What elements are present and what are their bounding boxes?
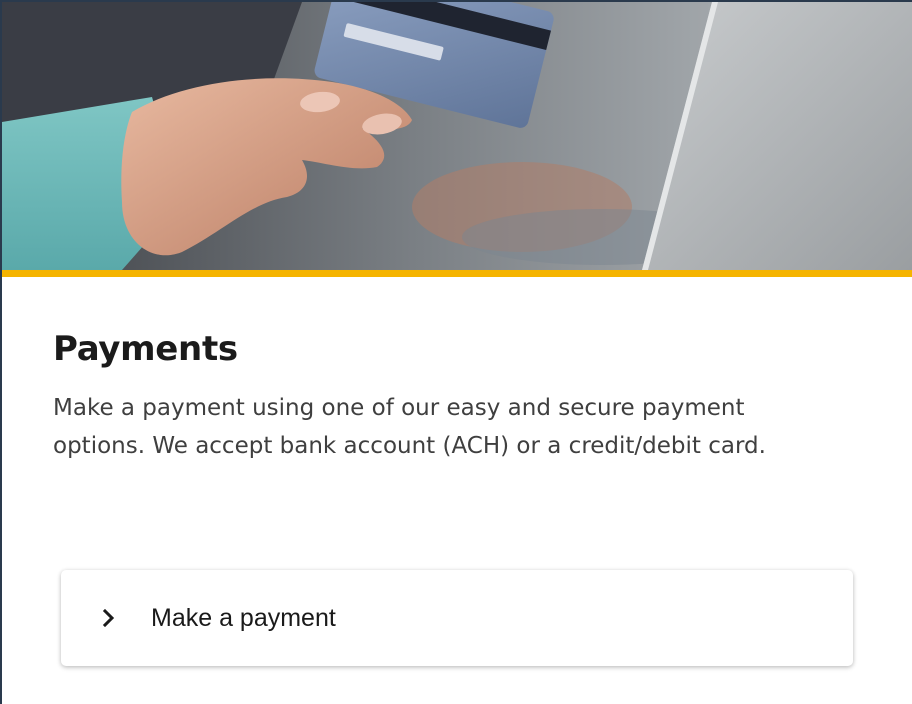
section-description: Make a payment using one of our easy and… — [53, 395, 766, 459]
make-payment-button[interactable]: Make a payment — [61, 570, 853, 666]
section-title: Payments — [53, 329, 238, 369]
make-payment-label: Make a payment — [151, 603, 336, 632]
hero-image — [2, 2, 912, 270]
payments-card: Payments Make a payment using one of our… — [0, 0, 912, 704]
accent-bar — [2, 270, 912, 277]
payments-section: Payments Make a payment using one of our… — [2, 277, 912, 465]
chevron-right-icon — [99, 608, 119, 628]
